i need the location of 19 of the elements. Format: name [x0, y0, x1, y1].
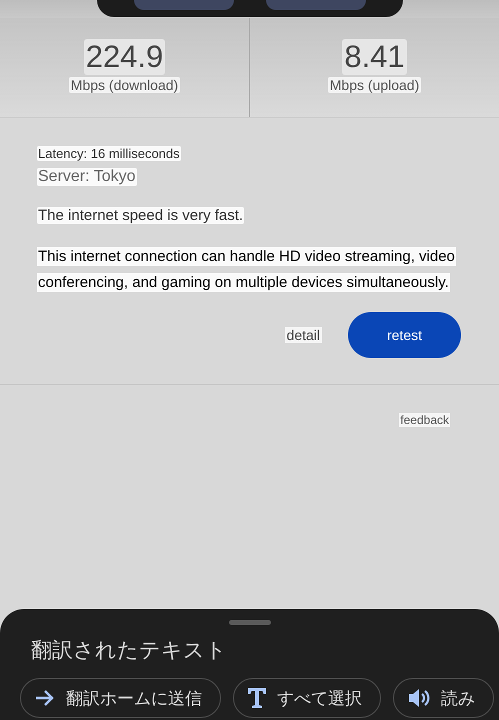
action-chip[interactable]: 読み	[393, 678, 494, 718]
speed-value: 8.41	[342, 38, 407, 74]
drag-handle[interactable]	[228, 620, 270, 625]
sheet-title: 翻訳されたテキスト	[31, 638, 228, 664]
text-format-icon	[247, 687, 267, 709]
action-chip[interactable]: すべて選択	[233, 678, 381, 718]
feedback-link[interactable]: feedback	[399, 413, 450, 427]
speaker-icon	[407, 688, 431, 708]
retest-button[interactable]: retest	[348, 312, 461, 358]
detail-link[interactable]: detail	[284, 327, 322, 343]
speed-unit: Mbps (upload)	[328, 76, 422, 92]
speed-verdict: The internet speed is very fast.	[37, 207, 244, 224]
latency-text: Latency: 16 milliseconds	[37, 146, 181, 161]
server-text: Server: Tokyo	[37, 168, 137, 186]
action-chip[interactable]: 翻訳ホームに送信	[20, 678, 221, 718]
speed-unit: Mbps (download)	[68, 76, 180, 92]
description-paragraph: This internet connection can handle HD video streaming, video conferencing, and gaming on multiple devices simultaneously.	[37, 246, 457, 294]
arrow-icon	[34, 689, 56, 707]
speed-value: 224.9	[84, 38, 166, 74]
